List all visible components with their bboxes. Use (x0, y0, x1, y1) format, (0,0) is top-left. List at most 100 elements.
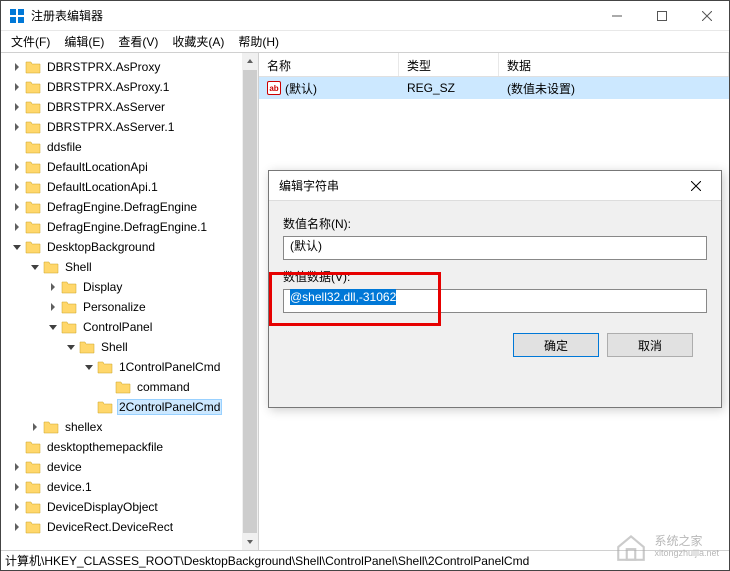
col-name[interactable]: 名称 (259, 53, 399, 76)
chevron-right-icon[interactable] (47, 281, 59, 293)
value-name-input[interactable]: (默认) (283, 236, 707, 260)
maximize-button[interactable] (639, 1, 684, 31)
tree-item[interactable]: DesktopBackground (5, 237, 258, 257)
value-name: (默认) (285, 80, 317, 97)
tree-item-label: DeviceDisplayObject (45, 499, 160, 515)
col-type[interactable]: 类型 (399, 53, 499, 76)
tree-item[interactable]: device (5, 457, 258, 477)
tree-item-label: DBRSTPRX.AsProxy (45, 59, 162, 75)
tree-item[interactable]: device.1 (5, 477, 258, 497)
chevron-right-icon[interactable] (47, 301, 59, 313)
tree-item[interactable]: DBRSTPRX.AsProxy.1 (5, 77, 258, 97)
tree-item[interactable]: DBRSTPRX.AsServer (5, 97, 258, 117)
dialog-titlebar: 编辑字符串 (269, 171, 721, 201)
chevron-right-icon[interactable] (11, 501, 23, 513)
ok-button[interactable]: 确定 (513, 333, 599, 357)
tree-item-label: command (135, 379, 192, 395)
folder-icon (115, 380, 131, 394)
tree-item[interactable]: DBRSTPRX.AsServer.1 (5, 117, 258, 137)
status-path: 计算机\HKEY_CLASSES_ROOT\DesktopBackground\… (5, 552, 529, 569)
tree-item[interactable]: Shell (5, 337, 258, 357)
folder-icon (25, 120, 41, 134)
tree-item-label: Personalize (81, 299, 148, 315)
chevron-right-icon[interactable] (29, 421, 41, 433)
chevron-right-icon[interactable] (11, 161, 23, 173)
folder-icon (25, 480, 41, 494)
folder-icon (25, 180, 41, 194)
chevron-right-icon[interactable] (11, 81, 23, 93)
tree-item[interactable]: DefragEngine.DefragEngine (5, 197, 258, 217)
list-header: 名称 类型 数据 (259, 53, 729, 77)
tree-item[interactable]: DeviceRect.DeviceRect (5, 517, 258, 537)
chevron-down-icon[interactable] (29, 261, 41, 273)
folder-icon (25, 80, 41, 94)
folder-icon (97, 360, 113, 374)
statusbar: 计算机\HKEY_CLASSES_ROOT\DesktopBackground\… (1, 550, 729, 570)
tree-item[interactable]: ddsfile (5, 137, 258, 157)
list-row[interactable]: ab(默认)REG_SZ(数值未设置) (259, 77, 729, 99)
close-button[interactable] (684, 1, 729, 31)
menu-view[interactable]: 查看(V) (112, 31, 164, 52)
tree-scrollbar-vertical[interactable] (242, 53, 258, 550)
folder-icon (25, 100, 41, 114)
tree-item[interactable]: shellex (5, 417, 258, 437)
chevron-right-icon[interactable] (11, 201, 23, 213)
menu-edit[interactable]: 编辑(E) (58, 31, 110, 52)
titlebar: 注册表编辑器 (1, 1, 729, 31)
chevron-right-icon[interactable] (11, 121, 23, 133)
scroll-down-icon[interactable] (242, 534, 258, 550)
cancel-button[interactable]: 取消 (607, 333, 693, 357)
registry-tree[interactable]: DBRSTPRX.AsProxy DBRSTPRX.AsProxy.1 DBRSTP… (1, 53, 259, 550)
col-data[interactable]: 数据 (499, 53, 729, 76)
dialog-close-button[interactable] (681, 181, 711, 191)
app-icon (9, 8, 25, 24)
chevron-down-icon[interactable] (47, 321, 59, 333)
chevron-right-icon[interactable] (11, 461, 23, 473)
chevron-down-icon[interactable] (83, 361, 95, 373)
tree-item[interactable]: DeviceDisplayObject (5, 497, 258, 517)
tree-item-label: shellex (63, 419, 104, 435)
expander-none (83, 401, 95, 413)
chevron-right-icon[interactable] (11, 101, 23, 113)
tree-item-label: DBRSTPRX.AsServer.1 (45, 119, 176, 135)
tree-item[interactable]: ControlPanel (5, 317, 258, 337)
tree-item[interactable]: DefaultLocationApi.1 (5, 177, 258, 197)
folder-icon (43, 420, 59, 434)
tree-item[interactable]: DefaultLocationApi (5, 157, 258, 177)
folder-icon (79, 340, 95, 354)
folder-icon (61, 320, 77, 334)
menu-help[interactable]: 帮助(H) (232, 31, 285, 52)
expander-none (101, 381, 113, 393)
tree-item[interactable]: DBRSTPRX.AsProxy (5, 57, 258, 77)
tree-item[interactable]: Display (5, 277, 258, 297)
tree-item[interactable]: 2ControlPanelCmd (5, 397, 258, 417)
tree-item[interactable]: Personalize (5, 297, 258, 317)
folder-icon (25, 200, 41, 214)
chevron-right-icon[interactable] (11, 61, 23, 73)
tree-item-label: DeviceRect.DeviceRect (45, 519, 175, 535)
tree-item[interactable]: DefragEngine.DefragEngine.1 (5, 217, 258, 237)
tree-item-label: DefragEngine.DefragEngine.1 (45, 219, 209, 235)
tree-item-label: DefaultLocationApi (45, 159, 150, 175)
chevron-down-icon[interactable] (65, 341, 77, 353)
value-data: (数值未设置) (507, 80, 575, 97)
folder-icon (25, 460, 41, 474)
folder-icon (25, 60, 41, 74)
menu-favorites[interactable]: 收藏夹(A) (166, 31, 230, 52)
scroll-up-icon[interactable] (242, 53, 258, 69)
tree-item-label: DefaultLocationApi.1 (45, 179, 160, 195)
chevron-right-icon[interactable] (11, 521, 23, 533)
tree-item[interactable]: desktopthemepackfile (5, 437, 258, 457)
value-type: REG_SZ (407, 81, 455, 95)
menu-file[interactable]: 文件(F) (5, 31, 56, 52)
tree-item[interactable]: command (5, 377, 258, 397)
tree-item[interactable]: 1ControlPanelCmd (5, 357, 258, 377)
tree-item[interactable]: Shell (5, 257, 258, 277)
scrollbar-thumb[interactable] (243, 70, 257, 533)
chevron-right-icon[interactable] (11, 221, 23, 233)
chevron-right-icon[interactable] (11, 481, 23, 493)
chevron-right-icon[interactable] (11, 181, 23, 193)
chevron-down-icon[interactable] (11, 241, 23, 253)
minimize-button[interactable] (594, 1, 639, 31)
tree-item-label: DBRSTPRX.AsServer (45, 99, 167, 115)
